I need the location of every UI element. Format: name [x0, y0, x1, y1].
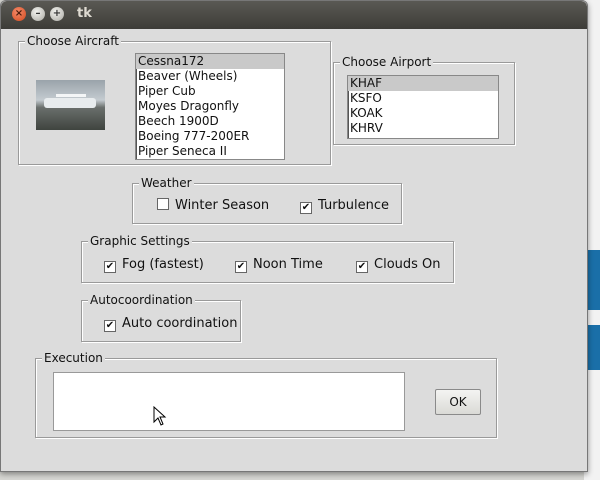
fog-checkbox[interactable]: ✔ Fog (fastest)	[104, 257, 204, 273]
list-item[interactable]: Beaver (Wheels)	[136, 69, 284, 84]
checkbox-box[interactable]: ✔	[300, 202, 312, 214]
minimize-window-button[interactable]: –	[31, 7, 45, 21]
weather-group-label: Weather	[139, 175, 194, 191]
list-item[interactable]: KHAF	[348, 76, 498, 91]
execution-output-box[interactable]	[53, 372, 405, 431]
aircraft-listbox[interactable]: Cessna172 Beaver (Wheels) Piper Cub Moyes D…	[135, 53, 285, 160]
winter-season-checkbox[interactable]: Winter Season	[157, 198, 269, 213]
list-item[interactable]: Piper Cub	[136, 84, 284, 99]
background-decoration	[586, 325, 600, 370]
checkbox-box[interactable]: ✔	[104, 261, 116, 273]
fog-label: Fog (fastest)	[122, 257, 204, 272]
execution-group-label: Execution	[42, 350, 105, 366]
list-item[interactable]: Cessna172	[136, 54, 284, 69]
checkbox-box[interactable]: ✔	[356, 261, 368, 273]
noon-time-checkbox[interactable]: ✔ Noon Time	[235, 257, 323, 273]
auto-coordination-label: Auto coordination	[122, 316, 238, 331]
clouds-on-label: Clouds On	[374, 257, 441, 272]
window-title: tk	[77, 6, 92, 21]
list-item[interactable]: Piper Seneca II	[136, 144, 284, 159]
app-window: × – + tk Choose Aircraft Cessna172 Beaver…	[0, 0, 588, 472]
list-item[interactable]: KSFO	[348, 91, 498, 106]
autocoordination-group-label: Autocoordination	[88, 292, 195, 308]
noon-time-label: Noon Time	[253, 257, 323, 272]
title-bar[interactable]: × – + tk	[1, 1, 587, 29]
airport-listbox[interactable]: KHAF KSFO KOAK KHRV	[347, 75, 499, 139]
checkbox-box[interactable]: ✔	[235, 261, 247, 273]
aircraft-preview-image	[36, 80, 105, 130]
list-item[interactable]: Moyes Dragonfly	[136, 99, 284, 114]
turbulence-label: Turbulence	[318, 198, 390, 213]
aircraft-group-label: Choose Aircraft	[25, 33, 121, 49]
mouse-cursor-icon	[153, 406, 167, 426]
close-window-button[interactable]: ×	[12, 7, 26, 21]
maximize-window-button[interactable]: +	[50, 7, 64, 21]
list-item[interactable]: Beech 1900D	[136, 114, 284, 129]
turbulence-checkbox[interactable]: ✔ Turbulence	[300, 198, 389, 214]
checkbox-box[interactable]	[157, 198, 169, 210]
graphic-settings-group-label: Graphic Settings	[88, 233, 192, 249]
clouds-on-checkbox[interactable]: ✔ Clouds On	[356, 257, 441, 273]
winter-season-label: Winter Season	[175, 198, 270, 213]
airport-group-label: Choose Airport	[340, 54, 434, 70]
auto-coordination-checkbox[interactable]: ✔ Auto coordination	[104, 316, 237, 332]
list-item[interactable]: KHRV	[348, 121, 498, 136]
list-item[interactable]: KOAK	[348, 106, 498, 121]
ok-button[interactable]: OK	[435, 389, 481, 415]
list-item[interactable]: Boeing 777-200ER	[136, 129, 284, 144]
background-decoration	[586, 250, 600, 310]
checkbox-box[interactable]: ✔	[104, 320, 116, 332]
